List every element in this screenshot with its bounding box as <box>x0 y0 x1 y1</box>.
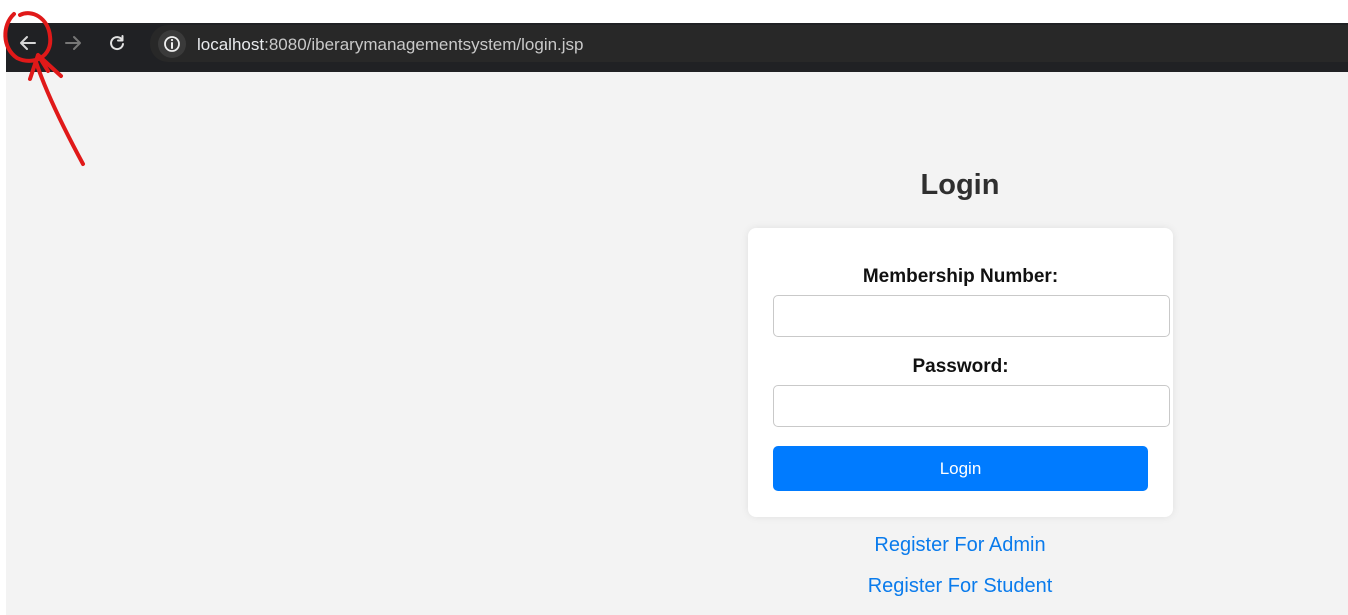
site-info-button[interactable] <box>158 30 186 58</box>
browser-screen: localhost:8080/iberarymanagementsystem/l… <box>0 0 1348 615</box>
register-admin-link[interactable]: Register For Admin <box>720 534 1200 557</box>
arrow-left-icon <box>20 36 36 50</box>
login-form: Membership Number: Password: Login <box>748 228 1173 517</box>
password-label: Password: <box>912 356 1009 377</box>
reload-icon <box>110 35 124 51</box>
info-icon <box>164 36 180 52</box>
address-bar[interactable]: localhost:8080/iberarymanagementsystem/l… <box>150 25 1348 62</box>
reload-button[interactable] <box>102 30 132 56</box>
register-student-link[interactable]: Register For Student <box>720 575 1200 598</box>
url-text[interactable]: localhost:8080/iberarymanagementsystem/l… <box>197 35 584 55</box>
password-input[interactable] <box>773 385 1170 427</box>
page-content: Login Membership Number: Password: Login… <box>6 72 1348 615</box>
url-path: :8080/iberarymanagementsystem/login.jsp <box>264 35 584 54</box>
back-button[interactable] <box>13 30 43 56</box>
arrow-right-icon <box>65 36 81 50</box>
forward-button[interactable] <box>58 30 88 56</box>
browser-toolbar: localhost:8080/iberarymanagementsystem/l… <box>6 23 1348 72</box>
login-button[interactable]: Login <box>773 446 1148 491</box>
url-host: localhost <box>197 35 265 54</box>
membership-number-label: Membership Number: <box>862 266 1059 287</box>
membership-number-input[interactable] <box>773 295 1170 337</box>
page-title: Login <box>920 169 1000 201</box>
